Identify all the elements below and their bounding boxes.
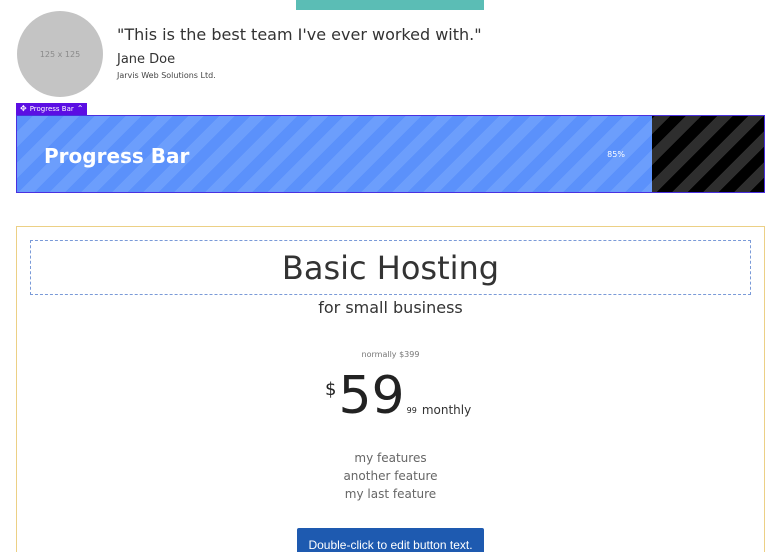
testimonial-quote: "This is the best team I've ever worked … <box>117 25 482 44</box>
pricing-title-box[interactable]: Basic Hosting <box>30 240 751 295</box>
top-strip <box>296 0 484 10</box>
pricing-normal-price: normally $399 <box>361 350 420 359</box>
testimonial-author: Jane Doe <box>117 52 176 67</box>
avatar-placeholder-label: 125 x 125 <box>39 49 81 59</box>
progress-bar-percent: 85% <box>607 150 625 159</box>
pricing-price: $ 59 99 monthly <box>325 365 471 427</box>
pricing-subtitle: for small business <box>318 298 463 317</box>
chevron-up-icon[interactable]: ⌃ <box>77 105 84 113</box>
testimonial-company: Jarvis Web Solutions Ltd. <box>117 71 216 80</box>
feature-item: my last feature <box>344 487 437 501</box>
feature-item: another feature <box>343 469 438 483</box>
feature-item: my features <box>354 451 427 465</box>
progress-bar[interactable]: Progress Bar 85% <box>16 115 765 193</box>
price-amount: 59 <box>338 366 405 426</box>
progress-bar-module-tag[interactable]: ✥ Progress Bar ⌃ <box>16 103 88 115</box>
price-currency: $ <box>325 379 337 400</box>
feature-list: my features another feature my last feat… <box>17 449 764 503</box>
price-period: monthly <box>421 403 472 417</box>
move-icon[interactable]: ✥ <box>20 105 27 113</box>
pricing-table: Basic Hosting for small business normall… <box>16 226 765 552</box>
pricing-title: Basic Hosting <box>281 248 500 287</box>
progress-bar-title: Progress Bar <box>44 144 190 168</box>
avatar-placeholder: 125 x 125 <box>17 11 103 97</box>
progress-bar-fill: Progress Bar 85% <box>17 116 652 192</box>
price-cents: 99 <box>406 406 417 415</box>
module-tag-label: Progress Bar <box>29 105 74 113</box>
cta-button[interactable]: Double-click to edit button text. <box>297 528 484 552</box>
